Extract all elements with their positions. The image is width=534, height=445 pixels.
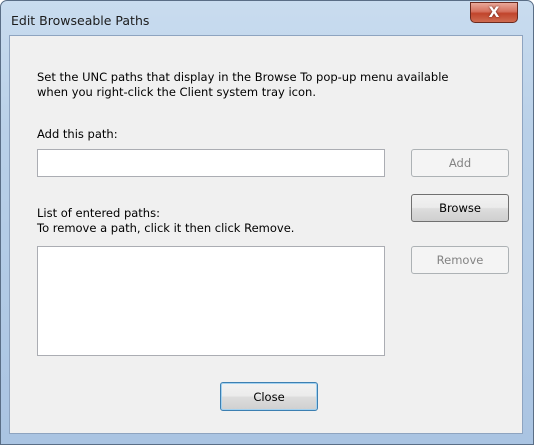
close-window-button[interactable]: X (470, 2, 518, 23)
close-icon: X (488, 4, 500, 21)
close-button[interactable]: Close (220, 382, 318, 411)
title-bar[interactable]: Edit Browseable Paths X (1, 1, 533, 35)
description-line-1: Set the UNC paths that display in the Br… (37, 70, 449, 84)
window-title: Edit Browseable Paths (11, 13, 150, 28)
entered-paths-list[interactable] (37, 246, 385, 356)
dialog-window: Edit Browseable Paths X Set the UNC path… (0, 0, 534, 445)
dialog-body: Set the UNC paths that display in the Br… (9, 35, 523, 434)
add-path-label: Add this path: (37, 127, 118, 141)
list-hint: To remove a path, click it then click Re… (37, 221, 295, 235)
window-bottom-frame (1, 434, 533, 444)
add-path-input[interactable] (37, 149, 385, 177)
remove-button[interactable]: Remove (411, 246, 509, 274)
browse-button[interactable]: Browse (411, 194, 509, 222)
description-line-2: when you right-click the Client system t… (37, 85, 316, 99)
list-label: List of entered paths: (37, 206, 160, 220)
add-button[interactable]: Add (411, 149, 509, 177)
